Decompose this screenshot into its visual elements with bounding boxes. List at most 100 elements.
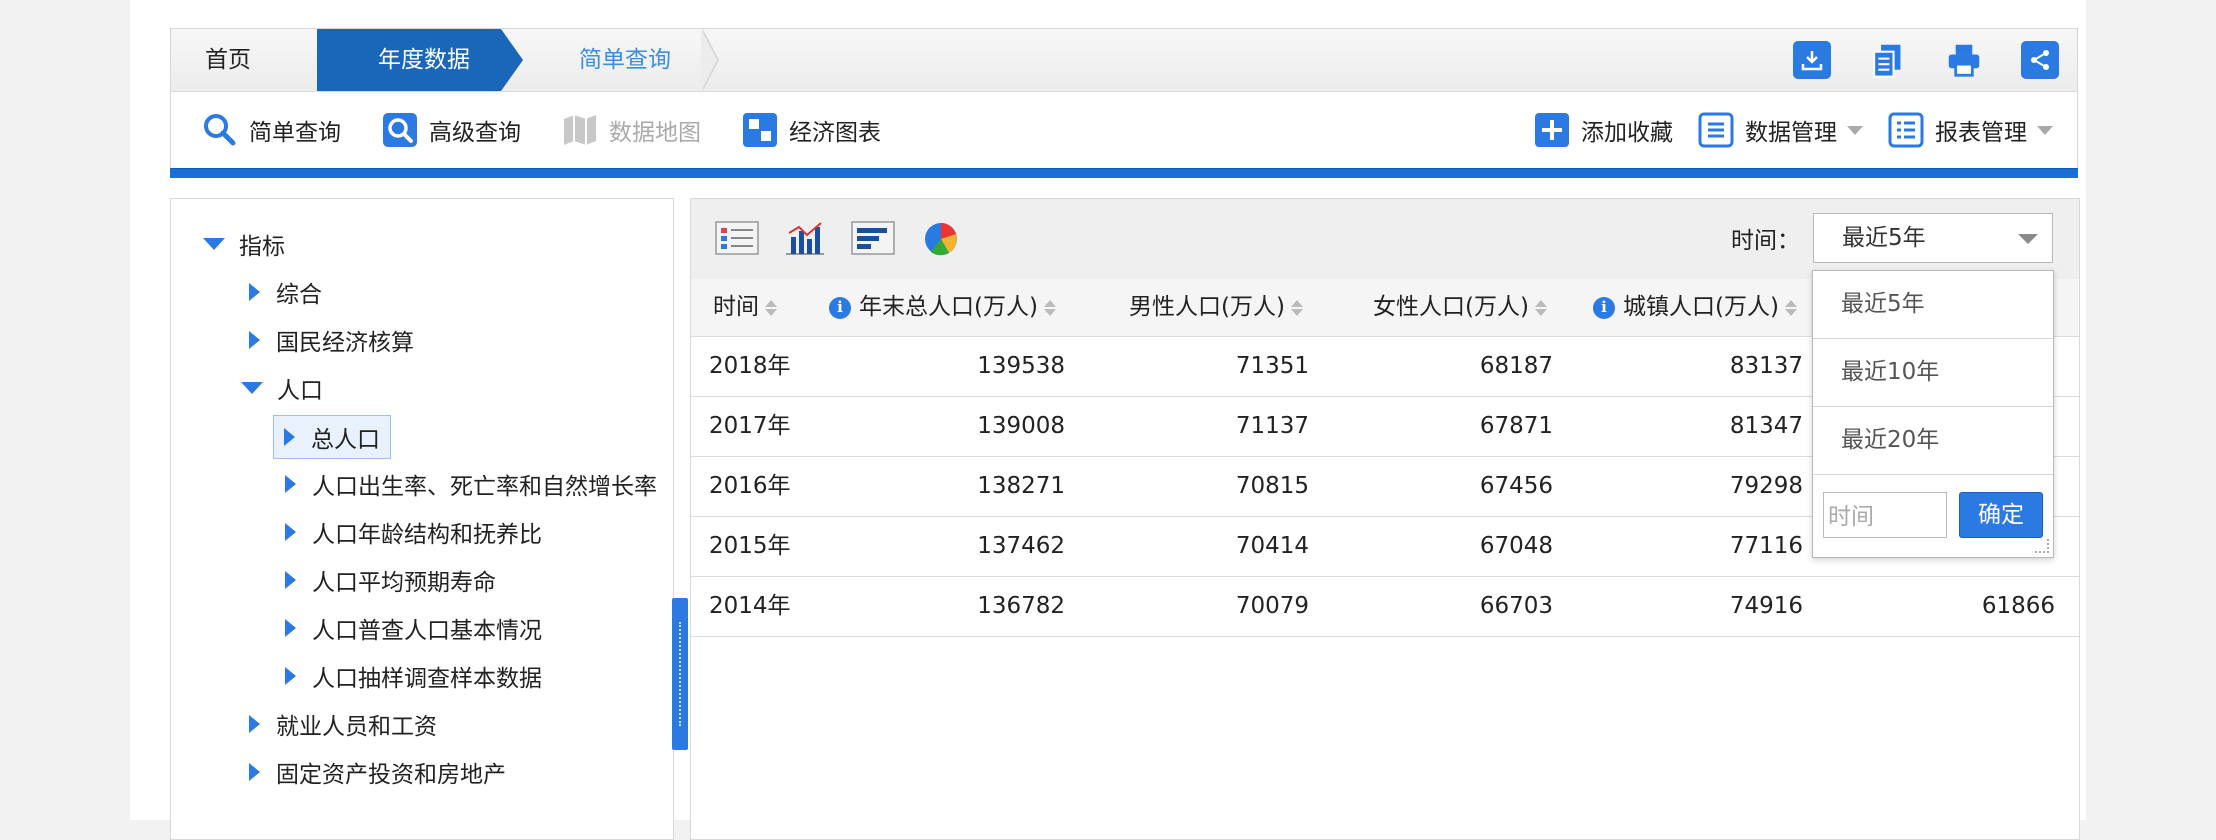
- col-header-male-population[interactable]: 男性人口(万人): [1129, 279, 1303, 336]
- indicator-tree: 指标 综合 国民经济核算 人口 总人口 人口出生率、死亡率和自然增长率 人口年龄…: [170, 198, 674, 840]
- col-header-label: 女性人口(万人): [1373, 294, 1529, 320]
- top-actions: [1793, 41, 2059, 79]
- sort-icon[interactable]: [1784, 299, 1797, 316]
- econ-chart-button[interactable]: 经济图表: [741, 110, 881, 150]
- row-value: 70079: [1235, 593, 1309, 619]
- tree-item-birth-death-rate[interactable]: 人口出生率、死亡率和自然增长率: [285, 467, 657, 501]
- time-range-select[interactable]: 最近5年: [1813, 213, 2053, 263]
- tree-item-life-expectancy[interactable]: 人口平均预期寿命: [285, 563, 496, 597]
- row-value: 66703: [1479, 593, 1553, 619]
- caret-right-icon: [249, 283, 260, 301]
- tree-item-gdp-accounting[interactable]: 国民经济核算: [249, 323, 414, 357]
- col-header-female-population[interactable]: 女性人口(万人): [1373, 279, 1547, 336]
- time-range-value: 最近5年: [1842, 225, 1926, 251]
- horizontal-bar-view-icon[interactable]: [851, 219, 895, 257]
- map-icon: [561, 111, 599, 149]
- table-view-icon[interactable]: [715, 219, 759, 257]
- col-header-urban-population[interactable]: i 城镇人口(万人): [1593, 279, 1797, 336]
- caret-right-icon: [285, 571, 296, 589]
- download-icon[interactable]: [1793, 41, 1831, 79]
- col-header-label: 男性人口(万人): [1129, 294, 1285, 320]
- col-header-label: 年末总人口(万人): [859, 294, 1038, 320]
- data-map-button[interactable]: 数据地图: [561, 110, 701, 150]
- info-icon[interactable]: i: [1593, 296, 1615, 319]
- tree-item-label: 国民经济核算: [276, 330, 414, 356]
- row-year: 2015年: [709, 533, 791, 559]
- tree-item-label: 综合: [276, 282, 322, 308]
- breadcrumb-annual-data[interactable]: 年度数据: [317, 29, 501, 91]
- tree-item-age-structure[interactable]: 人口年龄结构和抚养比: [285, 515, 542, 549]
- advanced-query-label: 高级查询: [429, 120, 521, 146]
- data-manage-menu[interactable]: 数据管理: [1697, 110, 1863, 150]
- report-manage-menu[interactable]: 报表管理: [1887, 110, 2053, 150]
- chevron-down-icon: [2018, 234, 2038, 244]
- row-value: 139538: [977, 353, 1065, 379]
- row-value: 74916: [1729, 593, 1803, 619]
- tree-root-label: 指标: [239, 234, 285, 260]
- tree-item-zonghe[interactable]: 综合: [249, 275, 322, 309]
- tree-item-label: 人口: [277, 378, 323, 404]
- time-option-20y[interactable]: 最近20年: [1813, 407, 2053, 475]
- breadcrumb: 首页 年度数据 简单查询: [170, 28, 2078, 91]
- time-option-10y[interactable]: 最近10年: [1813, 339, 2053, 407]
- breadcrumb-home[interactable]: 首页: [205, 29, 251, 91]
- caret-right-icon: [285, 523, 296, 541]
- row-value: 77116: [1729, 533, 1803, 559]
- col-header-total-population[interactable]: i 年末总人口(万人): [829, 279, 1056, 336]
- time-option-5y[interactable]: 最近5年: [1813, 271, 2053, 339]
- sort-icon[interactable]: [1043, 299, 1056, 316]
- breadcrumb-arrow-end-fill: [701, 29, 717, 91]
- tree-item-fixed-assets[interactable]: 固定资产投资和房地产: [249, 755, 506, 789]
- row-value: 79298: [1729, 473, 1803, 499]
- econ-chart-label: 经济图表: [789, 120, 881, 146]
- tree-item-label: 固定资产投资和房地产: [276, 762, 506, 788]
- tree-item-census[interactable]: 人口普查人口基本情况: [285, 611, 542, 645]
- advanced-search-icon: [381, 111, 419, 149]
- plus-icon: [1533, 111, 1571, 149]
- caret-down-icon: [241, 382, 263, 394]
- advanced-query-button[interactable]: 高级查询: [381, 110, 521, 150]
- sort-icon[interactable]: [765, 299, 777, 316]
- sort-icon[interactable]: [1534, 299, 1547, 316]
- toolbar: 简单查询 高级查询 数据地图 经济图表 添加收藏 数据管理 报表管理: [170, 91, 2078, 178]
- tree-item-label: 人口抽样调查样本数据: [312, 666, 542, 692]
- print-icon[interactable]: [1945, 41, 1983, 79]
- add-favorite-button[interactable]: 添加收藏: [1533, 110, 1673, 150]
- col-header-time[interactable]: 时间: [713, 279, 777, 336]
- table-icon: [1887, 111, 1925, 149]
- share-icon[interactable]: [2021, 41, 2059, 79]
- row-value: 71351: [1235, 353, 1309, 379]
- time-custom-input[interactable]: 时间: [1823, 492, 1947, 538]
- row-value: 138271: [977, 473, 1065, 499]
- chevron-down-icon: [1847, 125, 1863, 135]
- chart-grid-icon: [741, 111, 779, 149]
- bar-chart-view-icon[interactable]: [783, 219, 827, 257]
- copy-icon[interactable]: [1869, 41, 1907, 79]
- resize-grip-icon[interactable]: [2035, 539, 2049, 553]
- row-value: 83137: [1729, 353, 1803, 379]
- breadcrumb-arrow: [501, 29, 523, 91]
- info-icon[interactable]: i: [829, 296, 851, 319]
- main-frame: 首页 年度数据 简单查询 简单查询 高级查询 数据地图 经济图表 添加收藏 数据…: [170, 28, 2078, 178]
- tree-item-employment[interactable]: 就业人员和工资: [249, 707, 437, 741]
- pie-chart-view-icon[interactable]: [919, 219, 963, 257]
- tree-item-label: 人口平均预期寿命: [312, 570, 496, 596]
- panel-splitter-handle[interactable]: [672, 598, 688, 750]
- row-year: 2016年: [709, 473, 791, 499]
- tree-item-label: 总人口: [311, 427, 380, 453]
- row-value: 139008: [977, 413, 1065, 439]
- tree-item-sample-survey[interactable]: 人口抽样调查样本数据: [285, 659, 542, 693]
- tree-item-population[interactable]: 人口: [241, 371, 323, 405]
- simple-query-button[interactable]: 简单查询: [201, 110, 341, 150]
- confirm-button[interactable]: 确定: [1959, 492, 2043, 538]
- list-icon: [1697, 111, 1735, 149]
- tree-item-total-population[interactable]: 总人口: [273, 415, 391, 459]
- tree-root[interactable]: 指标: [203, 227, 285, 261]
- tree-item-label: 人口年龄结构和抚养比: [312, 522, 542, 548]
- row-value: 81347: [1729, 413, 1803, 439]
- data-map-label: 数据地图: [609, 120, 701, 146]
- simple-query-label: 简单查询: [249, 120, 341, 146]
- breadcrumb-simple-query[interactable]: 简单查询: [579, 29, 671, 91]
- row-value: 137462: [977, 533, 1065, 559]
- sort-icon[interactable]: [1290, 299, 1303, 316]
